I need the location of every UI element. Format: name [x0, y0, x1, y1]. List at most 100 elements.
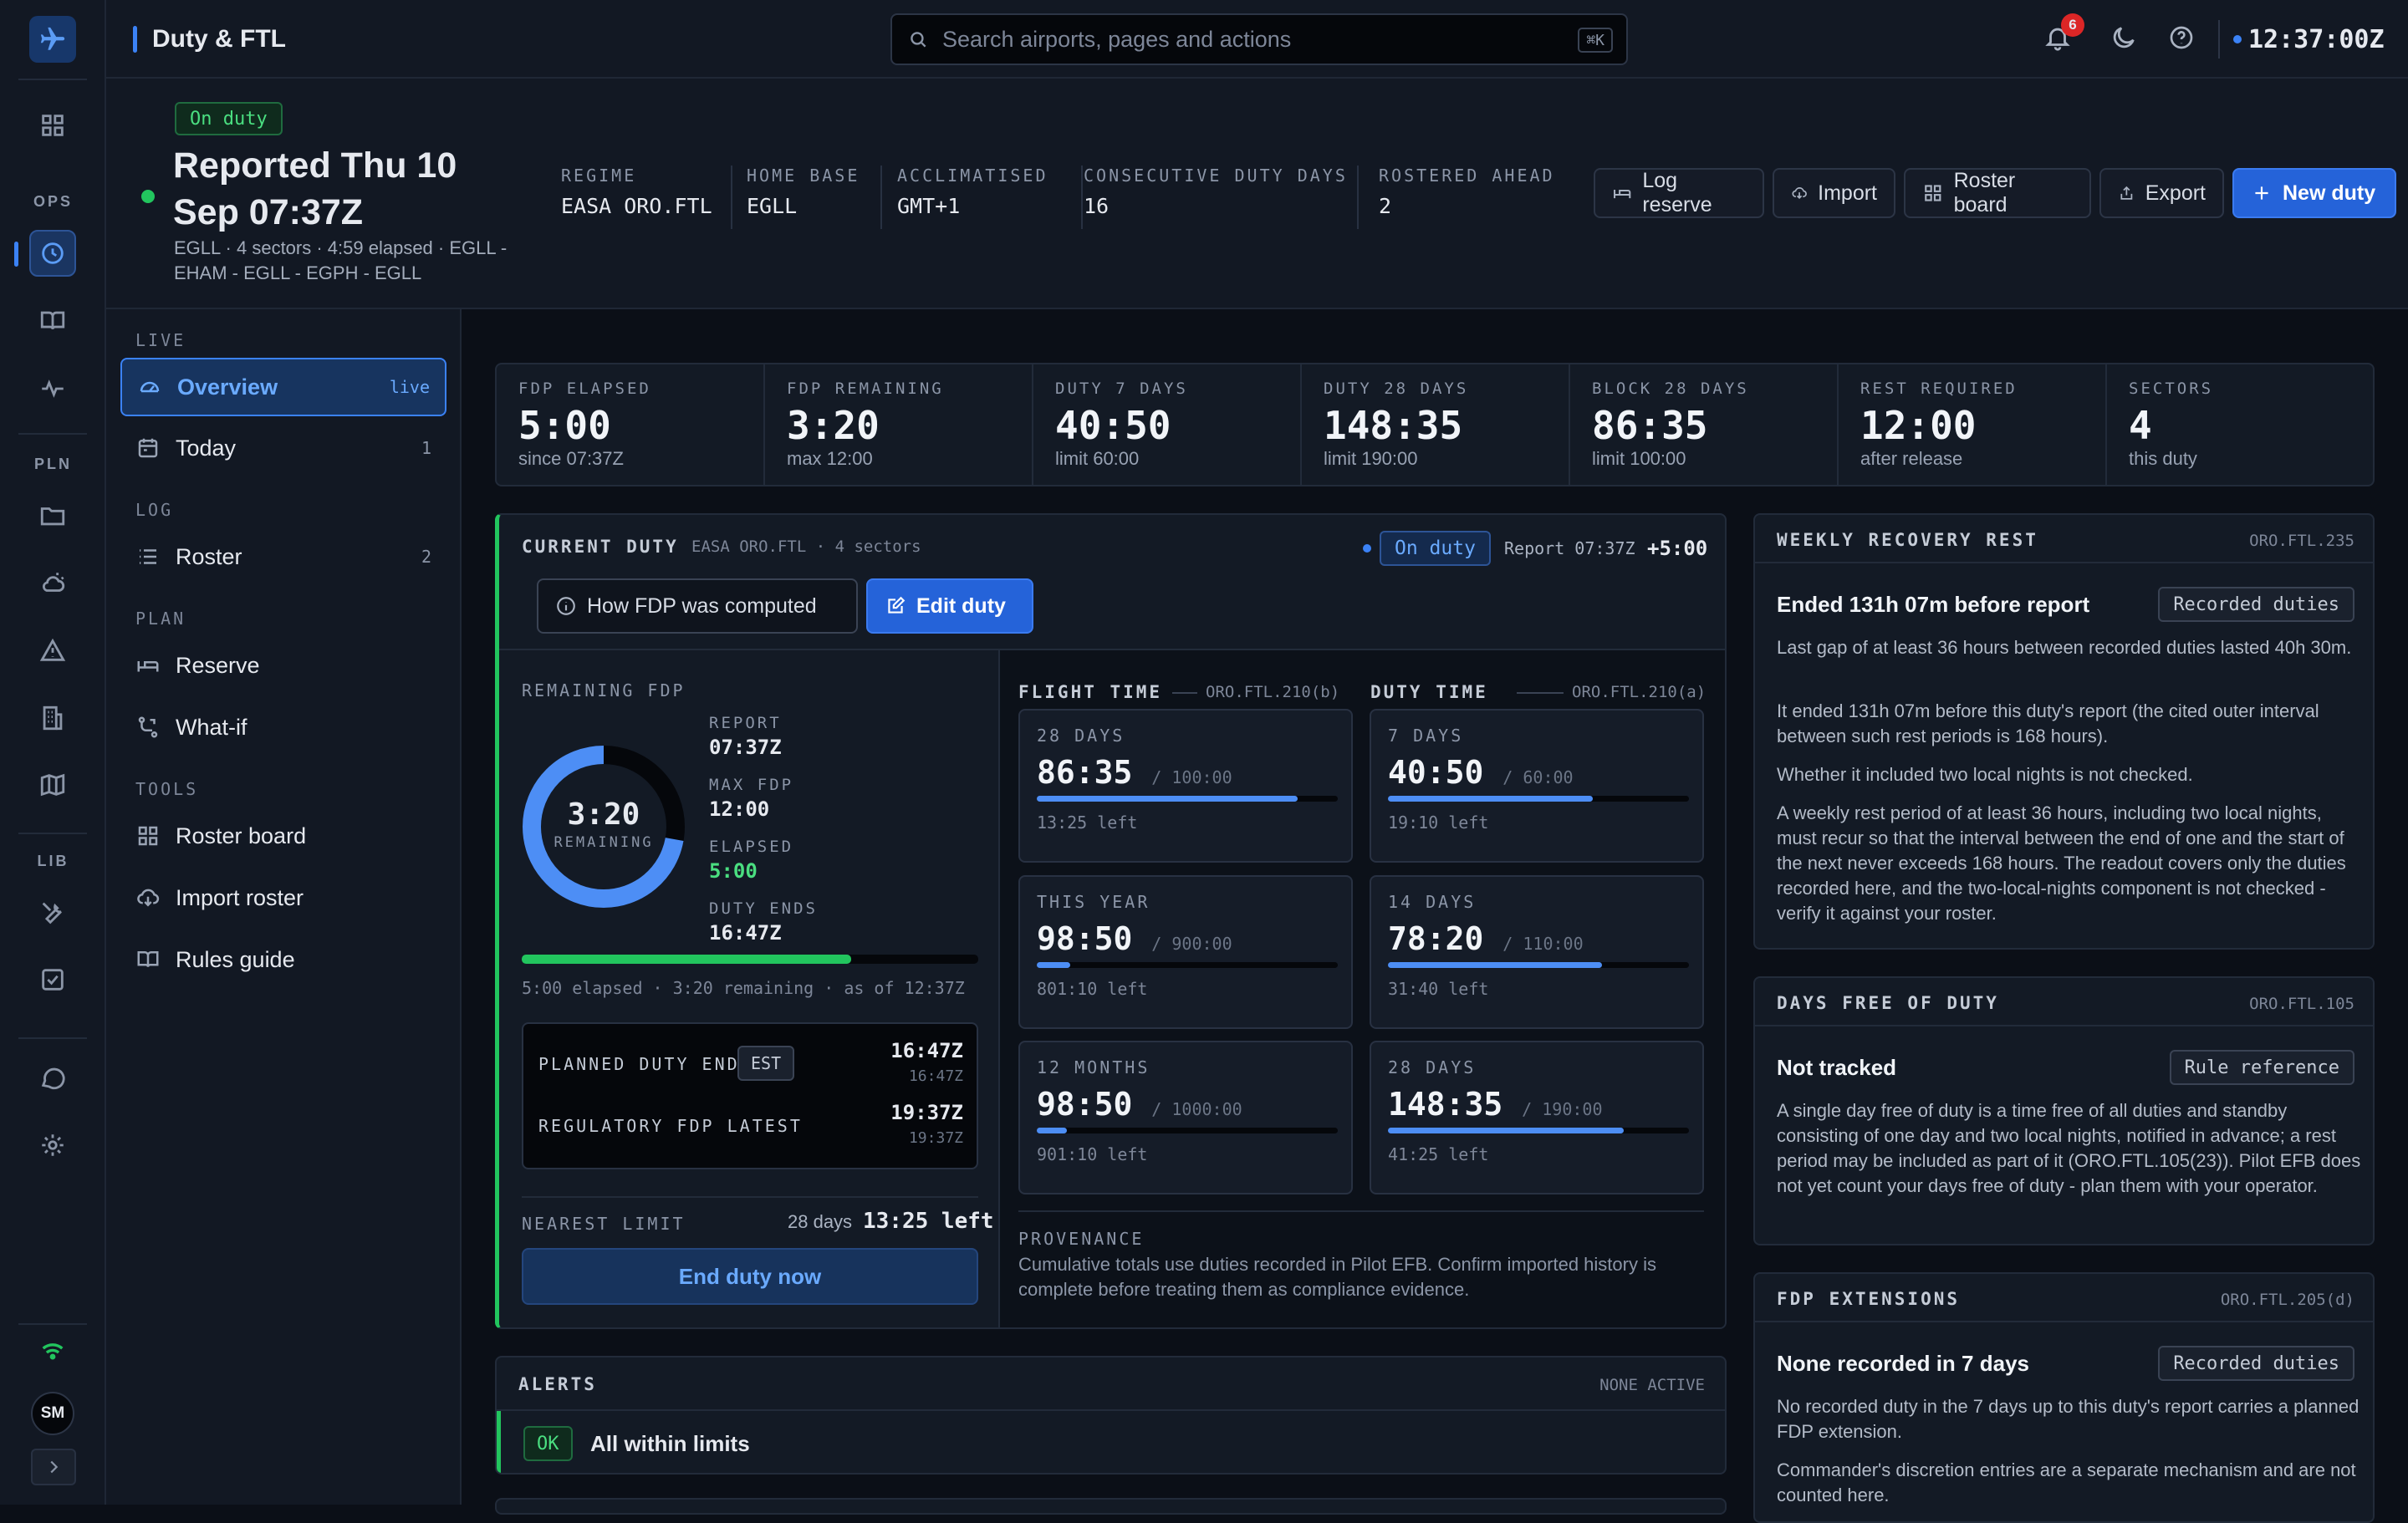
sidebar-item-today[interactable]: Today 1 [120, 419, 446, 477]
card-title: DAYS FREE OF DUTY [1777, 993, 1999, 1013]
limit-left: 41:25 left [1388, 1144, 1489, 1164]
status-dot [1363, 544, 1371, 553]
checklist-icon[interactable] [29, 956, 76, 1003]
current-duty-report: Report 07:37Z [1504, 538, 1635, 558]
provenance-divider [1018, 1210, 1704, 1212]
sidebar-item-reserve[interactable]: Reserve [120, 636, 446, 695]
current-duty-offset: +5:00 [1647, 537, 1708, 560]
flight-card-12-months: 12 MONTHS 98:50 / 1000:00 901:10 left [1018, 1041, 1353, 1194]
alerts-status: NONE ACTIVE [1599, 1376, 1705, 1394]
top-bar: Duty & FTL Search airports, pages and ac… [106, 0, 2408, 79]
fact-value: 12:00 [709, 797, 770, 821]
limit-progress-bar [1037, 1128, 1338, 1133]
folder-icon[interactable] [29, 492, 76, 539]
expand-chevron-icon[interactable] [31, 1449, 76, 1485]
stat-sub: since 07:37Z [518, 448, 624, 469]
alerts-divider [497, 1409, 1725, 1411]
roster-board-button[interactable]: Roster board [1904, 168, 2091, 218]
sidebar-item-roster-board[interactable]: Roster board [120, 807, 446, 865]
sidebar-item-rules-guide[interactable]: Rules guide [120, 930, 446, 989]
how-fdp-computed-button[interactable]: How FDP was computed [537, 578, 858, 634]
edit-duty-button[interactable]: Edit duty [866, 578, 1033, 634]
building-icon[interactable] [29, 695, 76, 741]
grid-icon[interactable] [29, 102, 76, 149]
days-free-of-duty-card: DAYS FREE OF DUTY ORO.FTL.105 Not tracked… [1753, 976, 2375, 1245]
duty-title-line1: Reported Thu 10 [173, 145, 457, 186]
plane-logo-icon[interactable] [29, 16, 76, 63]
chat-icon[interactable] [29, 1055, 76, 1102]
settings-gear-icon[interactable] [29, 1122, 76, 1169]
end-duty-now-button[interactable]: End duty now [522, 1248, 978, 1305]
status-badge: On duty [175, 102, 283, 135]
stat-sectors: SECTORS 4 this duty [2107, 364, 2375, 486]
limit-label: 7 DAYS [1388, 726, 1464, 746]
weather-icon[interactable] [29, 560, 76, 607]
provenance-text: Cumulative totals use duties recorded in… [1018, 1252, 1656, 1302]
card-ref: ORO.FTL.205(d) [2220, 1291, 2354, 1309]
duty-time-ref: ORO.FTL.210(a) [1572, 683, 1707, 701]
recorded-duties-pill[interactable]: Recorded duties [2158, 587, 2354, 622]
stat-duty-28-days: DUTY 28 DAYS 148:35 limit 190:00 [1302, 364, 1570, 486]
card-title: WEEKLY RECOVERY REST [1777, 530, 2038, 550]
current-duty-status-badge: On duty [1380, 531, 1491, 566]
meta-value: 16 [1084, 194, 1110, 218]
sidebar-item-label: What-if [176, 714, 247, 740]
limit-value: 40:50 [1388, 754, 1484, 791]
branch-icon [138, 716, 158, 738]
sidebar-item-import-roster[interactable]: Import roster [120, 868, 446, 927]
grid-icon [138, 826, 158, 846]
weekly-rest-heading: Ended 131h 07m before report [1777, 592, 2090, 617]
meta-acclimatised: ACCLIMATISED GMT+1 [897, 166, 1048, 218]
reg-latest-sub: 19:37Z [908, 1129, 963, 1147]
meta-home-base: HOME BASE EGLL [747, 166, 860, 218]
rail-section-pln: PLN [34, 456, 72, 472]
current-duty-card: CURRENT DUTY EASA ORO.FTL · 4 sectors On… [495, 513, 1727, 1329]
rule-reference-pill[interactable]: Rule reference [2169, 1050, 2354, 1085]
help-icon[interactable] [2168, 24, 2195, 51]
pulse-icon[interactable] [29, 365, 76, 412]
bed-icon [137, 661, 159, 672]
map-icon[interactable] [29, 762, 76, 808]
sidebar-item-roster[interactable]: Roster 2 [120, 527, 446, 586]
days-free-heading: Not tracked [1777, 1055, 1897, 1080]
meta-value: EGLL [747, 194, 798, 218]
calendar-icon [138, 438, 158, 458]
log-reserve-button[interactable]: Log reserve [1594, 168, 1764, 218]
limit-left: 13:25 left [1037, 812, 1138, 833]
est-badge: EST [737, 1046, 795, 1081]
avatar[interactable]: SM [31, 1392, 74, 1435]
stat-value: 86:35 [1592, 403, 1708, 448]
moon-icon[interactable] [2110, 23, 2138, 52]
tools-icon[interactable] [29, 889, 76, 936]
duty-title-line2: Sep 07:37Z [173, 192, 364, 232]
import-button[interactable]: Import [1773, 168, 1895, 218]
warning-icon[interactable] [29, 627, 76, 674]
stat-value: 40:50 [1055, 403, 1171, 448]
time-limits-pane: FLIGHT TIME ORO.FTL.210(b) DUTY TIME ORO… [1000, 650, 1725, 1327]
header-divider [2218, 20, 2220, 59]
meta-divider [1081, 166, 1083, 229]
recorded-duties-pill[interactable]: Recorded duties [2158, 1346, 2354, 1381]
card-ref: ORO.FTL.105 [2249, 995, 2354, 1013]
sidebar-item-what-if[interactable]: What-if [120, 698, 446, 756]
stat-block-28-days: BLOCK 28 DAYS 86:35 limit 100:00 [1570, 364, 1839, 486]
limit-max: / 110:00 [1502, 934, 1584, 954]
live-badge: live [389, 377, 430, 397]
clock-icon[interactable] [14, 230, 76, 277]
title-rule [1517, 692, 1564, 694]
sidebar-item-overview[interactable]: Overview live [120, 358, 446, 416]
export-label: Export [2145, 181, 2206, 205]
sidebar-item-label: Today [176, 435, 237, 461]
fact-value: 16:47Z [709, 921, 782, 945]
stat-fdp-remaining: FDP REMAINING 3:20 max 12:00 [765, 364, 1033, 486]
meta-value: EASA ORO.FTL [561, 194, 712, 218]
export-button[interactable]: Export [2099, 168, 2224, 218]
new-duty-button[interactable]: New duty [2232, 168, 2396, 218]
book-icon[interactable] [29, 298, 76, 344]
search-placeholder: Search airports, pages and actions [942, 27, 1292, 52]
log-reserve-label: Log reserve [1642, 169, 1712, 216]
limit-value: 148:35 [1388, 1086, 1503, 1123]
page-title: Duty & FTL [152, 25, 286, 53]
search-input[interactable]: Search airports, pages and actions ⌘K [890, 13, 1628, 65]
meta-value: GMT+1 [897, 194, 961, 218]
